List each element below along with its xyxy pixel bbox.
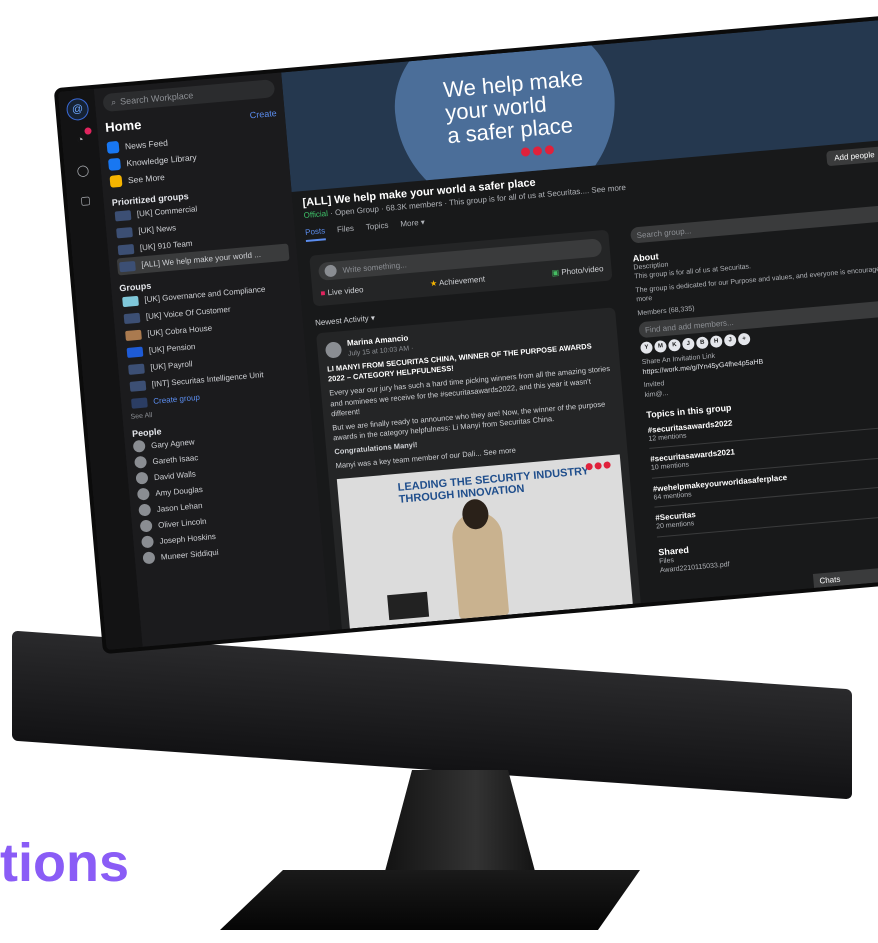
notifications-icon[interactable]: ◔ — [69, 129, 91, 151]
tab-more[interactable]: More ▾ — [400, 218, 426, 234]
chat-icon[interactable]: ◯ — [72, 159, 94, 181]
avatar[interactable]: J — [681, 337, 695, 351]
tab-posts[interactable]: Posts — [304, 226, 326, 242]
avatar — [138, 503, 152, 517]
photo-video-button[interactable]: ▣ Photo/video — [551, 264, 604, 278]
trophy-icon: ★ — [429, 278, 438, 289]
achievement-button[interactable]: ★ Achievement — [430, 275, 486, 289]
photo-icon: ▣ — [551, 268, 560, 278]
avatar[interactable]: J — [723, 334, 737, 348]
avatar[interactable]: Y — [640, 341, 654, 355]
avatar — [324, 264, 338, 278]
video-icon: ■ — [320, 288, 326, 298]
group-right-panel: Search group... About Description This g… — [619, 194, 878, 618]
avatar — [135, 471, 149, 485]
home-title: Home — [104, 116, 142, 135]
avatar — [139, 519, 153, 533]
monitor-base — [220, 870, 640, 930]
avatar[interactable]: H — [709, 335, 723, 349]
avatar[interactable]: M — [653, 340, 667, 354]
tab-topics[interactable]: Topics — [365, 221, 389, 237]
create-button[interactable]: Create — [249, 108, 277, 120]
monitor: @ ◔ ◯ ▢ ⌕ Search Workplace Home Create N… — [0, 0, 878, 943]
workplace-logo-icon[interactable]: @ — [65, 97, 90, 122]
plus-icon — [130, 396, 148, 409]
avatar — [134, 455, 148, 469]
grid-icon — [109, 174, 123, 188]
search-icon: ⌕ — [110, 96, 117, 107]
group-main: We help make your world a safer place [A… — [281, 17, 878, 631]
live-video-button[interactable]: ■ Live video — [320, 285, 364, 298]
laptop-shape — [387, 592, 430, 621]
bookmark-icon[interactable]: ▢ — [75, 189, 97, 211]
avatar[interactable]: K — [667, 338, 681, 352]
page-headline: tions — [0, 833, 129, 893]
post-card: Marina Amancio July 15 at 10:03 AM · LI … — [316, 307, 642, 631]
avatar — [142, 551, 156, 565]
avatar — [141, 535, 155, 549]
avatar — [136, 487, 150, 501]
add-member-icon[interactable]: + — [737, 332, 751, 346]
book-icon — [107, 157, 121, 171]
monitor-screen: @ ◔ ◯ ▢ ⌕ Search Workplace Home Create N… — [58, 17, 878, 650]
securitas-dots-logo — [585, 461, 611, 471]
workplace-app: @ ◔ ◯ ▢ ⌕ Search Workplace Home Create N… — [58, 17, 878, 650]
avatar — [132, 439, 146, 453]
official-badge: Official — [303, 208, 329, 221]
feed: Write something... ■ Live video ★ Achiev… — [297, 221, 655, 631]
avatar — [324, 341, 343, 359]
post-photo[interactable]: LEADING THE SECURITY INDUSTRY THROUGH IN… — [336, 454, 633, 629]
tab-files[interactable]: Files — [337, 224, 355, 239]
news-feed-icon — [106, 140, 120, 154]
avatar[interactable]: B — [695, 336, 709, 350]
